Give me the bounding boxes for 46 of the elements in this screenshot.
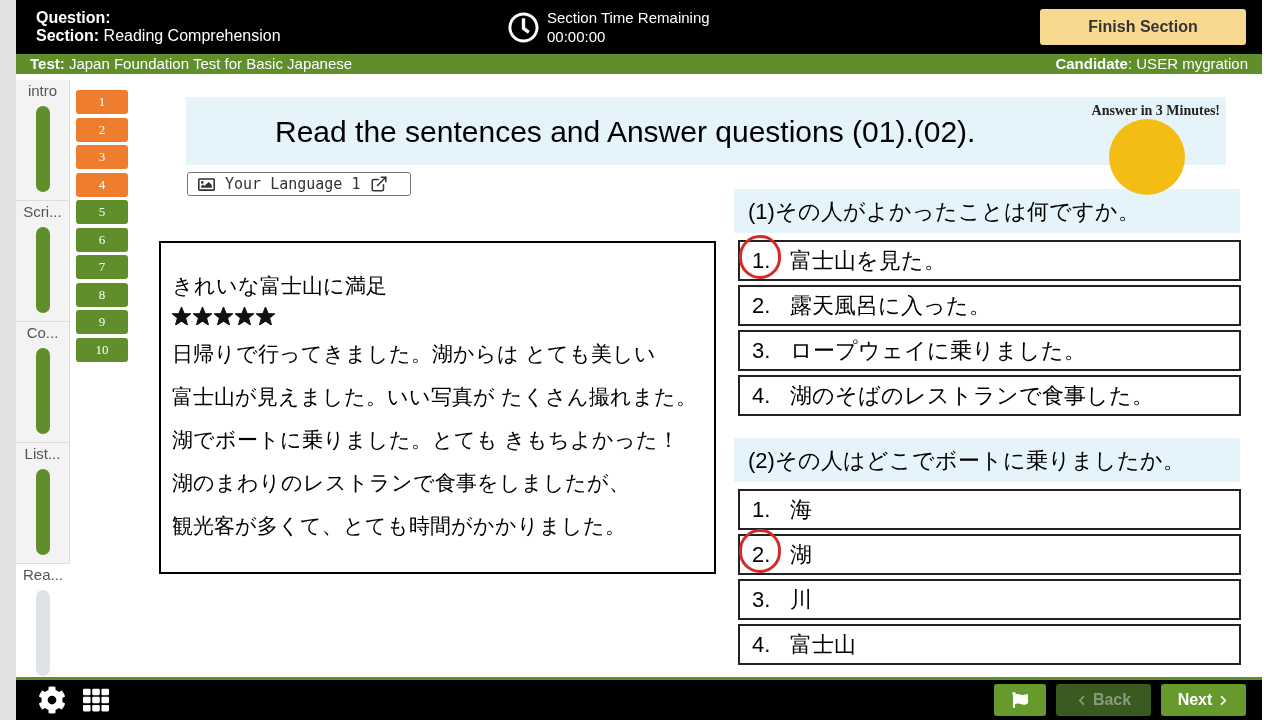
language-button[interactable]: Your Language 1 bbox=[187, 172, 411, 196]
answer-option[interactable]: 3. ロープウェイに乗りました。 bbox=[738, 330, 1241, 371]
passage-line: 日帰りで行ってきました。湖からは とても美しい bbox=[172, 341, 656, 367]
section-label: Section: Reading Comprehension bbox=[36, 27, 282, 45]
star-icon bbox=[172, 307, 191, 325]
passage-title: きれいな富士山に満足 bbox=[172, 273, 387, 299]
passage-line: 観光客が多くて、とても時間がかかりました。 bbox=[172, 513, 626, 539]
answer-option[interactable]: 2. 露天風呂に入った。 bbox=[738, 285, 1241, 326]
question-number-button[interactable]: 6 bbox=[76, 227, 128, 252]
section-tab[interactable]: intro bbox=[16, 80, 70, 201]
question-number-button[interactable]: 10 bbox=[76, 337, 128, 362]
star-icon bbox=[193, 307, 212, 325]
question-number-button[interactable]: 7 bbox=[76, 255, 128, 279]
test-name: Test: Japan Foundation Test for Basic Japanese bbox=[30, 54, 353, 74]
question-label: Question: bbox=[36, 9, 112, 27]
question-number-button[interactable]: 9 bbox=[76, 310, 128, 334]
question-prompt: (1)その人がよかったことは何ですか。 bbox=[734, 189, 1240, 233]
question-number-button[interactable]: 5 bbox=[76, 200, 128, 224]
section-tab[interactable]: List... bbox=[16, 443, 70, 564]
timer-value: 00:00:00 bbox=[547, 27, 607, 46]
settings-icon[interactable] bbox=[38, 686, 66, 714]
question-number-button[interactable]: 8 bbox=[76, 282, 128, 307]
answer-option[interactable]: 1. 海 bbox=[738, 489, 1241, 530]
timer-label: Section Time Remaining bbox=[547, 8, 710, 27]
section-tab[interactable]: Co... bbox=[16, 322, 70, 443]
question-prompt: (2)その人はどこでボートに乗りましたか。 bbox=[734, 438, 1240, 482]
star-icon bbox=[235, 307, 254, 325]
instruction-title: Read the sentences and Answer questions (01).(02). bbox=[275, 113, 976, 150]
answer-option[interactable]: 4. 富士山 bbox=[738, 624, 1241, 665]
clock-icon bbox=[508, 11, 539, 43]
candidate-name: Candidate: USER mygration bbox=[1055, 54, 1248, 74]
external-link-icon bbox=[370, 175, 389, 193]
star-icon bbox=[214, 307, 233, 325]
passage-line: 湖のまわりのレストランで食事をしましたが、 bbox=[172, 470, 630, 496]
finish-section-button[interactable]: Finish Section bbox=[1040, 9, 1246, 45]
flag-icon bbox=[1012, 692, 1028, 708]
image-icon bbox=[198, 175, 215, 193]
passage-line: 湖でボートに乗りました。とても きもちよかった！ bbox=[172, 427, 679, 453]
star-icon bbox=[256, 307, 275, 325]
passage-line: 富士山が見えました。いい写真が たくさん撮れまた。 bbox=[172, 384, 697, 410]
next-button[interactable]: Next bbox=[1161, 684, 1246, 716]
section-tab[interactable]: Scri... bbox=[16, 201, 70, 322]
answer-option[interactable]: 4. 湖のそばのレストランで食事した。 bbox=[738, 375, 1241, 416]
flag-button[interactable] bbox=[994, 684, 1046, 716]
time-note: Answer in 3 Minutes! bbox=[1091, 102, 1220, 120]
answer-option[interactable]: 3. 川 bbox=[738, 579, 1241, 620]
